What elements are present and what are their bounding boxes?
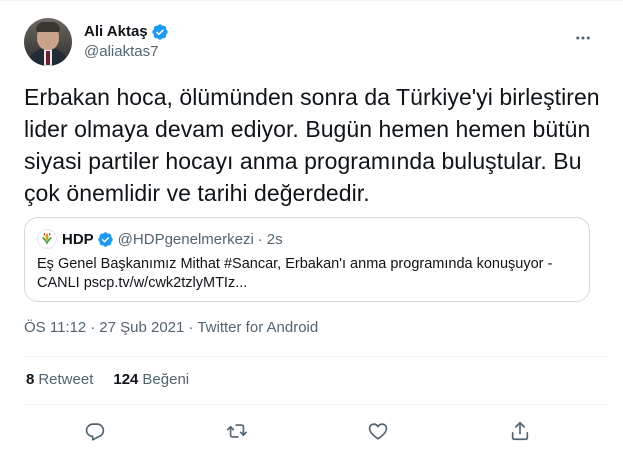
retweet-count: 8 <box>26 371 35 388</box>
tweet-header: Ali Aktaş @aliaktas7 <box>24 18 607 66</box>
tweet-source[interactable]: Twitter for Android <box>197 319 318 336</box>
more-options-icon[interactable] <box>573 28 593 48</box>
like-label: Beğeni <box>142 371 190 388</box>
tweet-actions <box>0 413 623 449</box>
meta-separator: · <box>90 319 96 336</box>
author-display-name[interactable]: Ali Aktaş <box>84 22 148 42</box>
quoted-separator: · <box>257 230 263 248</box>
quoted-tweet[interactable]: HDP @HDPgenelmerkezi · 2s Eş Genel Başka… <box>24 217 590 302</box>
quoted-tweet-text: Eş Genel Başkanımız Mithat #Sancar, Erba… <box>37 256 553 291</box>
author-avatar[interactable] <box>24 18 72 66</box>
author-names: Ali Aktaş @aliaktas7 <box>84 22 169 62</box>
author-handle[interactable]: @aliaktas7 <box>84 42 169 62</box>
verified-badge-icon <box>97 231 113 247</box>
quoted-tweet-header: HDP @HDPgenelmerkezi · 2s <box>37 229 577 249</box>
reply-icon[interactable] <box>77 413 113 449</box>
retweet-label: Retweet <box>38 371 94 388</box>
retweet-icon[interactable] <box>219 413 255 449</box>
like-stat[interactable]: 124 Beğeni <box>113 371 189 388</box>
retweet-stat[interactable]: 8 Retweet <box>26 371 93 388</box>
quoted-handle: @HDPgenelmerkezi <box>117 230 254 248</box>
tweet-time[interactable]: ÖS 11:12 <box>24 319 86 336</box>
like-count: 124 <box>113 371 139 388</box>
meta-separator: · <box>188 319 194 336</box>
tweet-date[interactable]: 27 Şub 2021 <box>99 319 184 336</box>
tweet-detail: Ali Aktaş @aliaktas7 Erbakan hoca, ölümü… <box>0 0 623 457</box>
quoted-time: 2s <box>266 230 283 248</box>
share-icon[interactable] <box>502 413 538 449</box>
divider <box>24 356 607 357</box>
tweet-metadata: ÖS 11:12 · 27 Şub 2021 · Twitter for And… <box>24 319 318 336</box>
like-icon[interactable] <box>360 413 396 449</box>
divider <box>24 404 607 405</box>
hdp-logo-icon <box>37 229 57 249</box>
tweet-stats: 8 Retweet 124 Beğeni <box>26 371 209 388</box>
tweet-text: Erbakan hoca, ölümünden sonra da Türkiye… <box>24 84 600 206</box>
quoted-display-name: HDP <box>62 230 94 248</box>
verified-badge-icon <box>151 24 168 40</box>
